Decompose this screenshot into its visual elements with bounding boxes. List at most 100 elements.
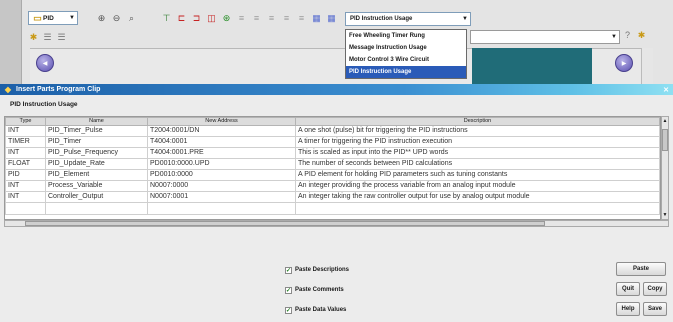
- scroll-up-icon[interactable]: ▲: [662, 117, 668, 125]
- checkbox-label: Paste Descriptions: [295, 267, 350, 273]
- dropdown-option[interactable]: Motor Control 3 Wire Circuit: [346, 54, 466, 66]
- parts-table: Type Name New Address Description INT PI…: [4, 116, 661, 220]
- save-button[interactable]: Save: [643, 302, 667, 316]
- toolbar-icon-e[interactable]: ≡: [296, 13, 307, 24]
- dropdown-option[interactable]: Free Wheeling Timer Rung: [346, 30, 466, 42]
- paste-button[interactable]: Paste: [616, 262, 666, 276]
- column-header-type[interactable]: Type: [5, 117, 46, 126]
- navigate-right-icon[interactable]: ▶: [615, 54, 633, 72]
- editor-toolbar-area: ▭ PID ▼ ⊕ ⊖ ⌕ ⊤ ⊏ ⊐ ◫ ⊛ ≡ ≡ ≡ ≡ ≡ ▦ ▦ ✱ …: [0, 0, 673, 84]
- toolbar-icon-a[interactable]: ≡: [236, 13, 247, 24]
- table-row[interactable]: TIMER PID_Timer T4004:0001 A timer for t…: [5, 136, 660, 148]
- secondary-toolbar: ✱ ☰ ☰: [22, 30, 322, 44]
- paste-comments-checkbox[interactable]: ✓ Paste Comments: [285, 285, 349, 295]
- column-header-description[interactable]: Description: [295, 117, 660, 126]
- table-row[interactable]: PID PID_Element PD0010:0000 A PID elemen…: [5, 169, 660, 181]
- dialog-title-bar[interactable]: ◆ Insert Parts Program Clip ✕: [0, 84, 673, 95]
- table-row[interactable]: INT PID_Timer_Pulse T2004:0001/DN A one …: [5, 125, 660, 137]
- cell-description: An integer taking the raw controller out…: [295, 191, 660, 203]
- cell-type: INT: [5, 147, 46, 159]
- coil-icon[interactable]: ⊐: [191, 13, 202, 24]
- settings-icon[interactable]: ✱: [28, 32, 39, 43]
- cell-name: PID_Pulse_Frequency: [45, 147, 148, 159]
- zoom-out-icon[interactable]: ⊖: [111, 13, 122, 24]
- cell-description: This is scaled as input into the PID** U…: [295, 147, 660, 159]
- instruction-dropdown: Free Wheeling Timer Rung Message Instruc…: [345, 29, 467, 79]
- cell-type: INT: [5, 191, 46, 203]
- cell-type: TIMER: [5, 136, 46, 148]
- navigate-left-icon[interactable]: ◀: [36, 54, 54, 72]
- zoom-in-icon[interactable]: ⊕: [96, 13, 107, 24]
- paste-options: ✓ Paste Descriptions ✓ Paste Comments ✓ …: [285, 265, 349, 322]
- grid-icon-2[interactable]: ▦: [326, 13, 337, 24]
- table-row[interactable]: INT PID_Pulse_Frequency T4004:0001.PRE T…: [5, 147, 660, 159]
- dropdown-option[interactable]: Message Instruction Usage: [346, 42, 466, 54]
- insert-parts-dialog: PID Instruction Usage Type Name New Addr…: [0, 95, 673, 322]
- zoom-fit-icon[interactable]: ⌕: [126, 13, 137, 24]
- chevron-down-icon[interactable]: ▼: [609, 34, 619, 40]
- help-icon[interactable]: ?: [622, 30, 633, 41]
- settings-icon[interactable]: ✱: [636, 30, 647, 41]
- dialog-title: Insert Parts Program Clip: [16, 86, 101, 93]
- cell-name: PID_Timer_Pulse: [45, 125, 148, 137]
- table-header-row: Type Name New Address Description: [5, 117, 660, 126]
- paste-data-values-checkbox[interactable]: ✓ Paste Data Values: [285, 305, 349, 315]
- cell-address[interactable]: T2004:0001/DN: [147, 125, 296, 137]
- cell-address[interactable]: T4004:0001.PRE: [147, 147, 296, 159]
- file-selector-value: PID: [43, 14, 54, 22]
- file-selector-combo[interactable]: ▭ PID ▼: [28, 11, 78, 25]
- folder-icon: ▭: [33, 12, 42, 23]
- right-combo[interactable]: ▼: [470, 30, 620, 44]
- table-row[interactable]: INT Process_Variable N0007:0000 An integ…: [5, 180, 660, 192]
- instruction-combo[interactable]: PID Instruction Usage ▼: [345, 12, 471, 26]
- cell-address[interactable]: PD0010:0000: [147, 169, 296, 181]
- chevron-down-icon[interactable]: ▼: [460, 16, 470, 22]
- left-tray: [0, 0, 22, 84]
- scroll-thumb[interactable]: [25, 221, 545, 226]
- toolbar-icon-c[interactable]: ≡: [266, 13, 277, 24]
- ladder-icon[interactable]: ⊤: [161, 13, 172, 24]
- toolbar-icon-b[interactable]: ≡: [251, 13, 262, 24]
- table-vertical-scrollbar[interactable]: ▲ ▼: [661, 116, 669, 220]
- right-toolbar-buttons: ? ✱: [622, 30, 647, 41]
- quit-button[interactable]: Quit: [616, 282, 640, 296]
- table-row-empty: [5, 202, 660, 215]
- close-icon[interactable]: ✕: [661, 85, 671, 94]
- help-button[interactable]: Help: [616, 302, 640, 316]
- instruction-combo-value: PID Instruction Usage: [350, 16, 413, 22]
- cell-name: PID_Timer: [45, 136, 148, 148]
- scroll-thumb[interactable]: [662, 129, 668, 151]
- cell-address[interactable]: PD0010:0000.UPD: [147, 158, 296, 170]
- column-header-address[interactable]: New Address: [147, 117, 296, 126]
- list-icon[interactable]: ☰: [42, 32, 53, 43]
- cell-address[interactable]: T4004:0001: [147, 136, 296, 148]
- table-horizontal-scrollbar[interactable]: [4, 220, 669, 227]
- cell-description: A one shot (pulse) bit for triggering th…: [295, 125, 660, 137]
- network-icon[interactable]: ⊛: [221, 13, 232, 24]
- checkbox-label: Paste Comments: [295, 287, 344, 293]
- column-header-name[interactable]: Name: [45, 117, 148, 126]
- dropdown-option-selected[interactable]: PID Instruction Usage: [346, 66, 466, 78]
- checkmark-icon[interactable]: ✓: [285, 286, 292, 294]
- checkmark-icon[interactable]: ✓: [285, 306, 292, 314]
- scroll-down-icon[interactable]: ▼: [662, 211, 668, 219]
- table-row[interactable]: INT Controller_Output N0007:0001 An inte…: [5, 191, 660, 203]
- copy-button[interactable]: Copy: [643, 282, 667, 296]
- chevron-down-icon[interactable]: ▼: [67, 12, 77, 24]
- branch-icon[interactable]: ◫: [206, 13, 217, 24]
- paste-descriptions-checkbox[interactable]: ✓ Paste Descriptions: [285, 265, 349, 275]
- table-row[interactable]: FLOAT PID_Update_Rate PD0010:0000.UPD Th…: [5, 158, 660, 170]
- checkmark-icon[interactable]: ✓: [285, 266, 292, 274]
- contact-icon[interactable]: ⊏: [176, 13, 187, 24]
- canvas-scrollbar[interactable]: [641, 48, 653, 84]
- cell-address[interactable]: N0007:0001: [147, 191, 296, 203]
- list-icon-2[interactable]: ☰: [56, 32, 67, 43]
- cell-description: A PID element for holding PID parameters…: [295, 169, 660, 181]
- grid-icon[interactable]: ▦: [311, 13, 322, 24]
- cell-name: PID_Update_Rate: [45, 158, 148, 170]
- toolbar-icon-d[interactable]: ≡: [281, 13, 292, 24]
- cell-description: A timer for triggering the PID instructi…: [295, 136, 660, 148]
- cell-address[interactable]: N0007:0000: [147, 180, 296, 192]
- cell-type: PID: [5, 169, 46, 181]
- section-label: PID Instruction Usage: [10, 101, 78, 108]
